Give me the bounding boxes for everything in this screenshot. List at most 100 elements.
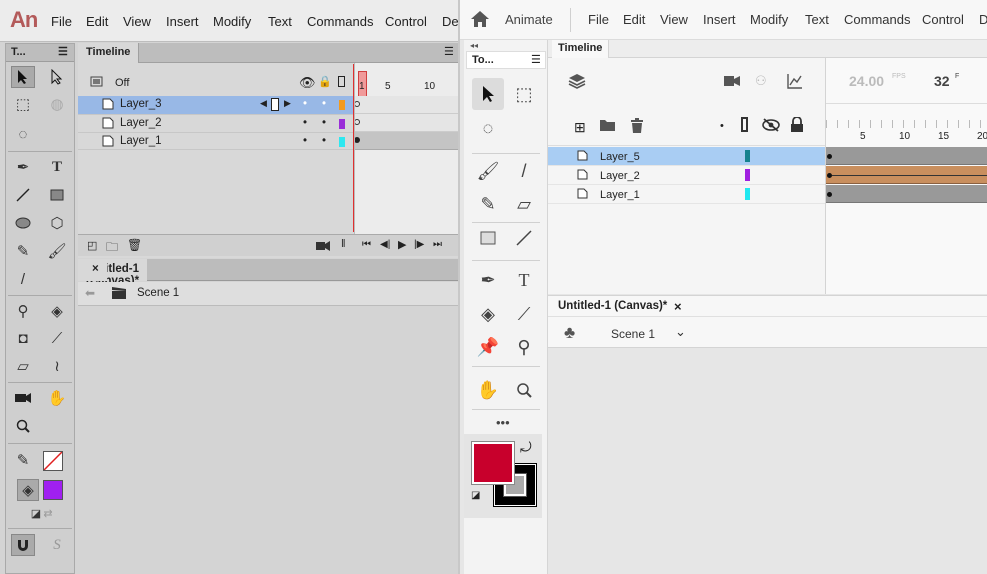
layer-row[interactable]: Layer_2 • • — [78, 114, 354, 132]
collapse-panel-icon[interactable]: ◂◂ — [470, 41, 478, 50]
layer-row[interactable]: Layer_1 — [548, 185, 825, 204]
close-tab-icon[interactable]: × — [84, 259, 107, 281]
camera-icon[interactable] — [724, 75, 740, 90]
brush-tool-icon[interactable]: / — [508, 155, 540, 187]
stroke-color-swatch[interactable] — [43, 451, 63, 471]
lock-all-icon[interactable] — [790, 116, 804, 136]
menu-edit[interactable]: Edit — [86, 14, 108, 29]
layer-color-swatch[interactable] — [339, 119, 345, 129]
graph-icon[interactable] — [787, 73, 803, 92]
3d-rotation-tool-icon[interactable]: ◍ — [45, 93, 69, 115]
hand-tool-icon[interactable]: ✋ — [45, 387, 69, 409]
menu-view[interactable]: View — [660, 12, 688, 27]
panel-menu-icon[interactable]: ☰ — [531, 53, 541, 66]
camera-icon[interactable] — [316, 240, 330, 254]
pen-tool-icon[interactable]: ✒ — [472, 264, 504, 296]
highlight-dot[interactable]: • — [720, 120, 724, 132]
menu-insert[interactable]: Insert — [166, 14, 199, 29]
layers-icon[interactable] — [568, 73, 586, 92]
menu-file[interactable]: File — [588, 12, 609, 27]
menu-commands[interactable]: Commands — [307, 14, 373, 29]
visibility-dot[interactable]: • — [303, 117, 307, 129]
text-tool-icon[interactable]: T — [45, 156, 69, 178]
menu-debug[interactable]: D — [979, 12, 987, 27]
swap-colors-icon[interactable]: ⤾ — [520, 439, 532, 456]
paint-brush-tool-icon[interactable]: 🖌 — [45, 240, 69, 262]
layer-row[interactable]: Layer_3 ◀ ▶ • • — [78, 96, 354, 114]
pin-tool-icon[interactable]: 📌 — [472, 331, 504, 363]
swap-colors-icon[interactable]: ⇄ — [36, 502, 60, 524]
panel-menu-icon[interactable]: ☰ — [442, 43, 456, 63]
menu-commands[interactable]: Commands — [844, 12, 910, 27]
frame-row[interactable] — [826, 147, 987, 165]
timeline-tab[interactable]: Timeline — [78, 43, 140, 63]
last-frame-icon[interactable]: ⏭ — [433, 239, 442, 250]
menu-file[interactable]: File — [51, 14, 72, 29]
line-tool-icon[interactable] — [11, 184, 35, 206]
fill-color-swatch[interactable] — [471, 441, 515, 485]
visibility-dot[interactable]: • — [303, 135, 307, 147]
show-hide-all-icon[interactable] — [762, 118, 780, 135]
layer-color-swatch[interactable] — [339, 100, 345, 110]
new-folder-icon[interactable]: 🗀 — [106, 238, 118, 259]
snap-to-objects-icon[interactable] — [11, 534, 35, 556]
paint-brush-tool-icon[interactable]: 🖌 — [472, 155, 504, 187]
layer-name[interactable]: Layer_1 — [120, 135, 162, 147]
delete-layer-icon[interactable]: 🗑 — [127, 238, 142, 252]
fill-color-swatch[interactable] — [43, 480, 63, 500]
timeline-tab[interactable]: Timeline — [552, 40, 610, 58]
layer-row[interactable]: Layer_2 — [548, 166, 825, 185]
frame-grid[interactable]: 1 5 10 — [354, 63, 458, 248]
default-colors-icon[interactable]: ◪ — [471, 490, 480, 501]
back-arrow-icon[interactable]: ⬅ — [85, 286, 95, 300]
layer-row[interactable]: Layer_1 • • — [78, 132, 354, 150]
lasso-tool-icon[interactable]: ◌ — [472, 112, 504, 144]
frame-ruler[interactable] — [826, 120, 987, 128]
panel-menu-icon[interactable]: ☰ — [58, 45, 68, 58]
paint-bucket-tool-icon[interactable]: ◈ — [45, 300, 69, 322]
step-forward-icon[interactable]: |▶ — [414, 239, 424, 250]
eyedropper-tool-icon[interactable]: ⟋ — [45, 327, 69, 349]
new-layer-icon[interactable]: ◰ — [87, 239, 97, 252]
menu-modify[interactable]: Modify — [750, 12, 788, 27]
eyedropper-tool-icon[interactable]: ⟋ — [508, 298, 540, 330]
layer-color-swatch[interactable] — [339, 137, 345, 147]
new-folder-icon[interactable] — [599, 118, 616, 135]
bone-tool-icon[interactable]: ⚲ — [11, 300, 35, 322]
lock-dot[interactable]: • — [322, 135, 326, 147]
add-keyframe-icon[interactable] — [271, 98, 279, 111]
layer-color-swatch[interactable] — [745, 150, 750, 162]
selection-tool-icon[interactable] — [11, 66, 35, 88]
selection-tool-icon[interactable] — [472, 78, 504, 110]
menu-text[interactable]: Text — [805, 12, 829, 27]
tools-header[interactable]: T... ☰ — [6, 44, 74, 62]
zoom-tool-icon[interactable] — [11, 415, 35, 437]
ink-bottle-tool-icon[interactable]: ◘ — [11, 327, 35, 349]
pen-tool-icon[interactable]: ✒ — [11, 156, 35, 178]
scene-name[interactable]: Scene 1 — [137, 287, 179, 299]
tools-header[interactable]: To... ☰ — [466, 51, 546, 69]
text-tool-icon[interactable]: T — [508, 264, 540, 296]
first-frame-icon[interactable]: ⏮ — [362, 239, 371, 250]
lasso-tool-icon[interactable]: ◌ — [11, 123, 35, 145]
layer-parenting-icon[interactable]: ⚇ — [755, 73, 767, 89]
current-frame-value[interactable]: 32 — [934, 73, 950, 89]
prev-keyframe-icon[interactable]: ◀ — [260, 98, 267, 109]
hand-tool-icon[interactable]: ✋ — [472, 374, 504, 406]
show-hide-all-icon[interactable]: 👁 — [299, 75, 316, 91]
layer-row[interactable]: Layer_5 — [548, 147, 825, 166]
menu-view[interactable]: View — [123, 14, 151, 29]
scene-name[interactable]: Scene 1 — [611, 327, 655, 341]
close-tab-icon[interactable]: × — [674, 299, 682, 314]
document-tab[interactable]: Untitled-1 (Canvas)* × — [78, 259, 148, 287]
layer-name[interactable]: Layer_1 — [600, 189, 640, 201]
layer-name[interactable]: Layer_3 — [120, 98, 162, 110]
pencil-tool-icon[interactable]: ✎ — [472, 188, 504, 220]
fps-value[interactable]: 24.00 — [849, 73, 884, 89]
new-layer-icon[interactable]: ⊞ — [574, 119, 586, 136]
menu-text[interactable]: Text — [268, 14, 292, 29]
frame-row[interactable] — [354, 114, 458, 132]
polystar-tool-icon[interactable]: ⬡ — [45, 212, 69, 234]
line-tool-icon[interactable] — [508, 222, 540, 254]
menu-debug[interactable]: Del — [442, 14, 458, 29]
